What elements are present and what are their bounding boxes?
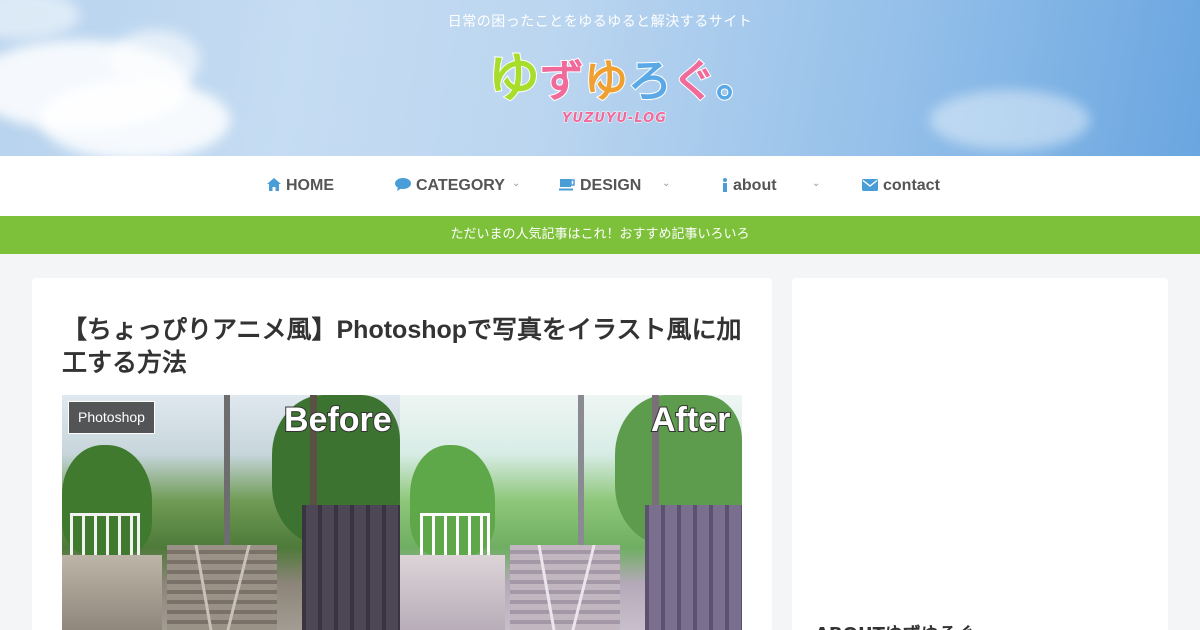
chevron-down-icon[interactable]: ⌄ bbox=[512, 178, 520, 189]
utility-pole bbox=[224, 395, 230, 555]
site-tagline: 日常の困ったことをゆるゆると解決するサイト bbox=[447, 14, 753, 30]
nav-item-label: HOME bbox=[286, 177, 334, 194]
railway-track bbox=[167, 545, 277, 630]
site-logo-subtitle: YUZUYU-LOG bbox=[562, 111, 667, 127]
nav-item-contact[interactable]: contact bbox=[862, 156, 940, 216]
header-cloud bbox=[930, 90, 1090, 150]
nav-item-label: about bbox=[733, 177, 777, 194]
category-badge[interactable]: Photoshop bbox=[68, 401, 155, 434]
chevron-down-icon[interactable]: ⌄ bbox=[812, 178, 820, 189]
comment-icon bbox=[395, 178, 411, 194]
logo-char: ず bbox=[539, 55, 585, 108]
logo-char: 。 bbox=[715, 55, 761, 108]
platform-fence bbox=[420, 513, 490, 555]
global-nav: HOME CATEGORY ⌄ DESIGN ⌄ about ⌄ contact bbox=[0, 156, 1200, 216]
logo-char: ぐ bbox=[671, 55, 717, 108]
eyecatch-after-photo: After bbox=[400, 395, 742, 630]
logo-char: ゆ bbox=[487, 49, 541, 109]
notice-bar[interactable]: ただいまの人気記事はこれ！おすすめ記事いろいろ bbox=[0, 216, 1200, 254]
nav-item-label: DESIGN bbox=[580, 177, 642, 194]
nav-item-about[interactable]: about bbox=[722, 156, 777, 216]
envelope-icon bbox=[862, 178, 878, 194]
info-icon bbox=[722, 177, 728, 195]
platform-fence bbox=[70, 513, 140, 555]
nav-item-label: CATEGORY bbox=[416, 177, 505, 194]
roadside-fence bbox=[302, 505, 400, 630]
post-eyecatch-image[interactable]: Before After bbox=[62, 395, 742, 630]
header-cloud bbox=[40, 80, 230, 156]
roadside-fence bbox=[645, 505, 742, 630]
header-cloud bbox=[110, 30, 200, 90]
after-label: After bbox=[650, 400, 731, 440]
station-platform bbox=[400, 555, 505, 630]
site-header: 日常の困ったことをゆるゆると解決するサイト ゆずゆろぐ。 YUZUYU-LOG bbox=[0, 0, 1200, 156]
nav-item-design[interactable]: DESIGN bbox=[559, 156, 641, 216]
site-logo-text: ゆずゆろぐ。 bbox=[487, 49, 761, 109]
coffee-icon bbox=[559, 178, 575, 194]
sidebar-card bbox=[792, 278, 1168, 630]
logo-char: ゆ bbox=[583, 55, 629, 108]
home-icon bbox=[267, 178, 281, 194]
post-title: 【ちょっぴりアニメ風】Photoshopで写真をイラスト風に加工する方法 bbox=[62, 316, 742, 377]
logo-char: ろ bbox=[627, 55, 673, 108]
nav-item-label: contact bbox=[883, 177, 940, 194]
railway-track bbox=[510, 545, 620, 630]
utility-pole bbox=[578, 395, 584, 555]
nav-item-home[interactable]: HOME bbox=[267, 156, 334, 216]
before-label: Before bbox=[283, 400, 393, 440]
nav-item-category[interactable]: CATEGORY bbox=[395, 156, 505, 216]
site-logo[interactable]: ゆずゆろぐ。 YUZUYU-LOG bbox=[487, 51, 761, 132]
sidebar-heading: ABOUTゆずゆろぐ bbox=[815, 620, 975, 630]
station-platform bbox=[62, 555, 162, 630]
chevron-down-icon[interactable]: ⌄ bbox=[662, 178, 670, 189]
